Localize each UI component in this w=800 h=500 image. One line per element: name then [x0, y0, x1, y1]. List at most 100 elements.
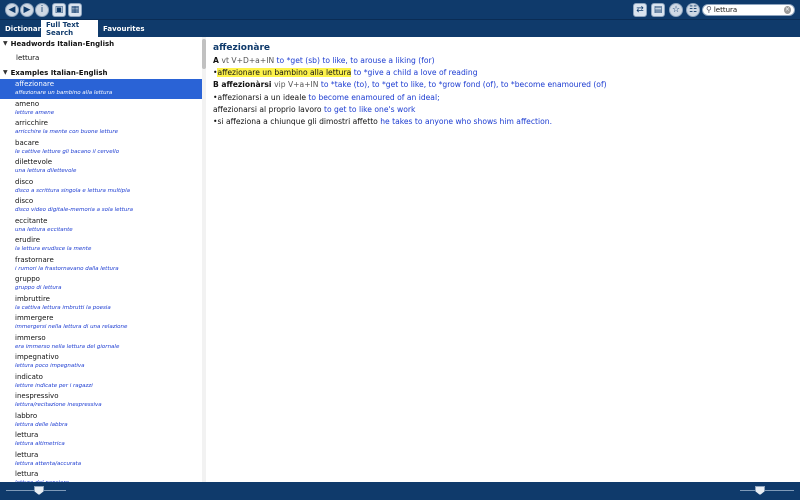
panel-icon[interactable]: ▤ [651, 3, 665, 17]
entry-example: letture indicate per i ragazzi [15, 382, 93, 389]
tab-favourites[interactable]: Favourites [98, 20, 145, 37]
entry-example: disco a scrittura singola e lettura mult… [15, 187, 131, 194]
entry-example: la cattiva lettura imbrutti la poesia [15, 304, 111, 311]
entry-headword: lettura [15, 431, 39, 439]
entry-headword: gruppo [15, 275, 40, 283]
swap-arrows-icon[interactable]: ⇄ [633, 3, 647, 17]
right-slider-track[interactable] [740, 490, 794, 491]
entry-headword: arricchire [15, 119, 48, 127]
entry-example: affezionare un bambino alla lettura [15, 90, 113, 96]
definition-line: affezionarsi al proprio lavoro to get to… [213, 104, 794, 116]
disclosure-triangle-icon[interactable]: ▼ [3, 40, 8, 47]
grid-icon[interactable]: ☷ [686, 3, 700, 17]
tab-full-text-search[interactable]: Full Text Search [41, 20, 98, 37]
entry-headword: affezionare [15, 80, 55, 88]
example-entry[interactable]: erudire la lettura erudisce la mente [0, 235, 202, 255]
entry-headword: disco [15, 177, 34, 186]
tab-dictionary[interactable]: Dictionary [0, 20, 46, 37]
results-list: ▼ Headwords Italian-English lettura ▼ Ex… [0, 37, 206, 482]
search-input[interactable] [713, 5, 784, 15]
keyboard-icon[interactable]: ▦ [68, 3, 82, 17]
entry-example: una lettura dilettevole [15, 168, 77, 174]
definition-pane: affezionàre A vt V+D+a+IN to *get (sb) t… [207, 37, 800, 482]
example-entry[interactable]: frastornare i rumori la frastornavano dal… [0, 255, 202, 275]
examples-section-header[interactable]: ▼ Examples Italian-English [0, 66, 205, 79]
star-icon[interactable]: ☆ [669, 3, 683, 17]
entry-headword: labbro [15, 411, 38, 420]
definition-segment: he takes to anyone who shows him affecti… [380, 117, 552, 127]
example-entry[interactable]: disco disco a scrittura singola e lettura… [0, 177, 202, 197]
entry-example: letture amene [15, 109, 55, 116]
headword-item[interactable]: lettura [0, 50, 205, 66]
example-entry[interactable]: immerso era immerso nella lettura del gio… [0, 333, 202, 353]
entry-example: lettura poco impegnativa [15, 363, 85, 369]
entry-example: era immerso nella lettura del giornale [15, 343, 120, 350]
definition-segment: affezionarsi al proprio lavoro [213, 104, 324, 114]
examples-list: affezionare affezionare un bambino alla l… [0, 79, 205, 482]
example-entry[interactable]: affezionare affezionare un bambino alla l… [0, 79, 202, 99]
definition-segment: B affezionàrsi [213, 80, 275, 90]
entry-headword: lettura [15, 450, 39, 459]
cart-icon[interactable]: ▣ [52, 3, 66, 17]
entry-example: una lettura eccitante [15, 226, 73, 233]
entry-headword: erudire [15, 236, 41, 244]
search-icon: ⚲ [706, 5, 712, 14]
entry-example: lettura altimetrica [15, 441, 65, 447]
example-entry[interactable]: ameno letture amene [0, 99, 202, 119]
entry-headword: inespressivo [15, 392, 59, 400]
top-toolbar: ◀ ▶ i ▣ ▦ ⇄ ▤ ☆ ☷ ⚲ × [0, 0, 800, 20]
definition-segment: to *get (sb) to like, to arouse a liking… [276, 56, 435, 65]
entry-headword: dilettevole [15, 158, 53, 166]
example-entry[interactable]: imbruttire la cattiva lettura imbrutti la… [0, 294, 202, 314]
entry-headword: immerso [15, 333, 46, 342]
definition-segment: •affezionarsi a un ideale [213, 92, 309, 102]
example-entry[interactable]: lettura lettura altimetrica [0, 430, 202, 450]
entry-example: lettura attenta/accurata [15, 460, 82, 467]
example-entry[interactable]: indicato letture indicate per i ragazzi [0, 372, 202, 392]
entry-example: gruppo di lettura [15, 285, 62, 291]
example-entry[interactable]: arricchire arricchire la mente con buone … [0, 118, 202, 138]
scrollbar-thumb[interactable] [202, 39, 206, 69]
entry-headword: disco [15, 197, 34, 205]
example-entry[interactable]: inespressivo lettura/recitazione inespres… [0, 391, 202, 411]
example-entry[interactable]: immergere immergersi nella lettura di una… [0, 313, 202, 333]
entry-headword: immergere [15, 314, 54, 322]
results-scrollbar[interactable] [202, 37, 206, 482]
tab-bar: Dictionary Full Text Search Favourites [0, 20, 800, 37]
right-slider-knob[interactable] [755, 486, 765, 495]
entry-example: lettura/recitazione inespressiva [15, 402, 102, 408]
example-entry[interactable]: letturalettura del pensiero [0, 469, 202, 482]
entry-example: lettura delle labbra [15, 421, 68, 428]
search-field[interactable]: ⚲ × [702, 4, 795, 16]
example-entry[interactable]: impegnativo lettura poco impegnativa [0, 352, 202, 372]
entry-example: immergersi nella lettura di una relazion… [15, 324, 128, 330]
example-entry[interactable]: lettura lettura attenta/accurata [0, 450, 202, 470]
definition-line: •si affeziona a chiunque gli dimostri af… [213, 116, 794, 128]
entry-headword: frastornare [15, 255, 54, 264]
definition-line: •affezionare un bambino alla lettura to … [213, 67, 794, 79]
entry-example: la lettura erudisce la mente [15, 246, 92, 252]
left-slider-knob[interactable] [34, 486, 44, 495]
entry-example: i rumori la frastornavano dalla lettura [15, 265, 119, 272]
entry-headword: imbruttire [15, 294, 50, 303]
definition-line: B affezionàrsi vip V+a+IN to *take (to),… [213, 79, 794, 91]
example-entry[interactable]: disco disco video digitale-memoria a sola… [0, 196, 202, 216]
example-entry[interactable]: bacare le cattive letture gli bacano il c… [0, 138, 202, 158]
entry-headword: impegnativo [15, 353, 59, 361]
definition-segment: to *take (to), to *get to like, to *grow… [320, 80, 607, 90]
entry-headword: lettura [15, 470, 39, 478]
info-icon[interactable]: i [35, 3, 49, 17]
forward-arrow-icon[interactable]: ▶ [20, 3, 34, 17]
example-entry[interactable]: dilettevole una lettura dilettevole [0, 157, 202, 177]
entry-title: affezionàre [213, 43, 270, 53]
example-entry[interactable]: labbro lettura delle labbra [0, 411, 202, 431]
back-arrow-icon[interactable]: ◀ [5, 3, 19, 17]
example-entry[interactable]: eccitante una lettura eccitante [0, 216, 202, 236]
headwords-section-header[interactable]: ▼ Headwords Italian-English [0, 37, 205, 50]
bottom-bar [0, 482, 800, 500]
disclosure-triangle-icon[interactable]: ▼ [3, 69, 8, 76]
definition-segment: A [213, 56, 222, 65]
clear-search-icon[interactable]: × [783, 6, 791, 14]
example-entry[interactable]: gruppo gruppo di lettura [0, 274, 202, 294]
definition-segment: to become enamoured of an ideal; [308, 92, 440, 102]
